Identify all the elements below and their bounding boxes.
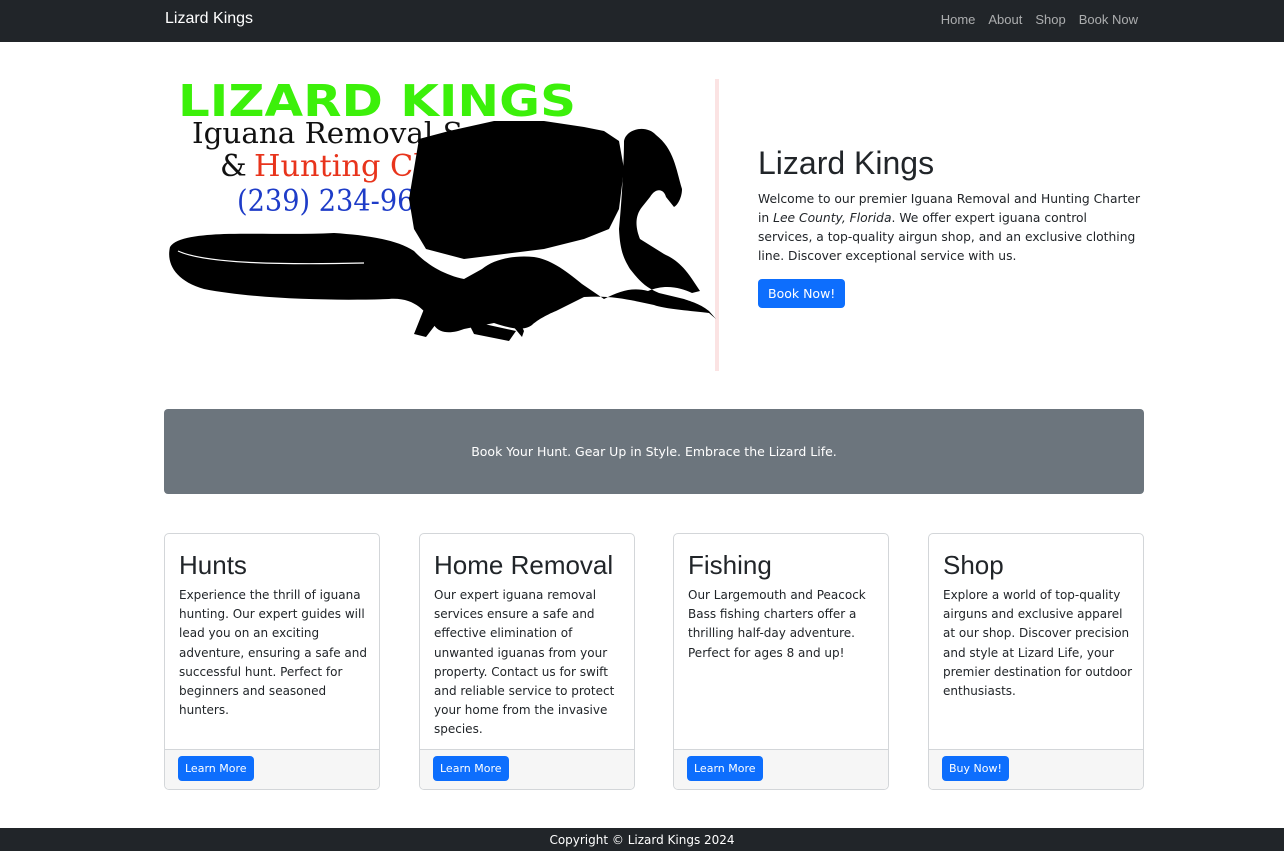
book-now-button[interactable]: Book Now! (758, 279, 846, 308)
fishing-learn-more-button[interactable]: Learn More (687, 756, 763, 781)
nav-links: Home About Shop Book Now (941, 12, 1138, 27)
nav-link-book-now[interactable]: Book Now (1079, 12, 1138, 27)
nav-link-shop[interactable]: Shop (1035, 12, 1065, 27)
card-fishing: Fishing Our Largemouth and Peacock Bass … (673, 533, 889, 790)
card-footer: Learn More (674, 749, 888, 789)
footer: Copyright © Lizard Kings 2024 (0, 828, 1284, 851)
card-title: Fishing (688, 550, 772, 580)
copyright-text: Copyright © Lizard Kings 2024 (549, 832, 735, 847)
card-footer: Learn More (165, 749, 379, 789)
card-hunts: Hunts Experience the thrill of iguana hu… (164, 533, 380, 790)
nav-link-about[interactable]: About (988, 12, 1022, 27)
iguana-silhouette-icon: LIZARD KINGS Iguana Removal Service & Hu… (169, 76, 719, 371)
home-removal-learn-more-button[interactable]: Learn More (433, 756, 509, 781)
card-shop: Shop Explore a world of top-quality airg… (928, 533, 1144, 790)
hero-text-block: Lizard Kings Welcome to our premier Igua… (758, 145, 1142, 308)
card-title: Shop (943, 550, 1004, 580)
logo-text-amp: & (220, 149, 247, 184)
navbar: Lizard Kings Home About Shop Book Now (0, 0, 1284, 42)
card-title: Hunts (179, 550, 247, 580)
banner-text: Book Your Hunt. Gear Up in Style. Embrac… (471, 444, 837, 459)
card-footer: Learn More (420, 749, 634, 789)
card-text: Our expert iguana removal services ensur… (434, 588, 615, 737)
card-text: Our Largemouth and Peacock Bass fishing … (688, 588, 866, 660)
tagline-banner: Book Your Hunt. Gear Up in Style. Embrac… (164, 409, 1144, 494)
nav-link-home[interactable]: Home (941, 12, 976, 27)
hero-description: Welcome to our premier Iguana Removal an… (758, 190, 1142, 266)
card-title: Home Removal (434, 550, 614, 580)
card-home-removal: Home Removal Our expert iguana removal s… (419, 533, 635, 790)
shop-buy-now-button[interactable]: Buy Now! (942, 756, 1009, 781)
navbar-brand[interactable]: Lizard Kings (165, 10, 253, 28)
hero-logo-image: LIZARD KINGS Iguana Removal Service & Hu… (164, 76, 720, 371)
card-text: Explore a world of top-quality airguns a… (943, 588, 1133, 699)
hero-description-location: Lee County, Florida (773, 211, 892, 225)
hunts-learn-more-button[interactable]: Learn More (178, 756, 254, 781)
card-footer: Buy Now! (929, 749, 1143, 789)
hero-title: Lizard Kings (758, 145, 935, 181)
card-text: Experience the thrill of iguana hunting.… (179, 588, 367, 718)
